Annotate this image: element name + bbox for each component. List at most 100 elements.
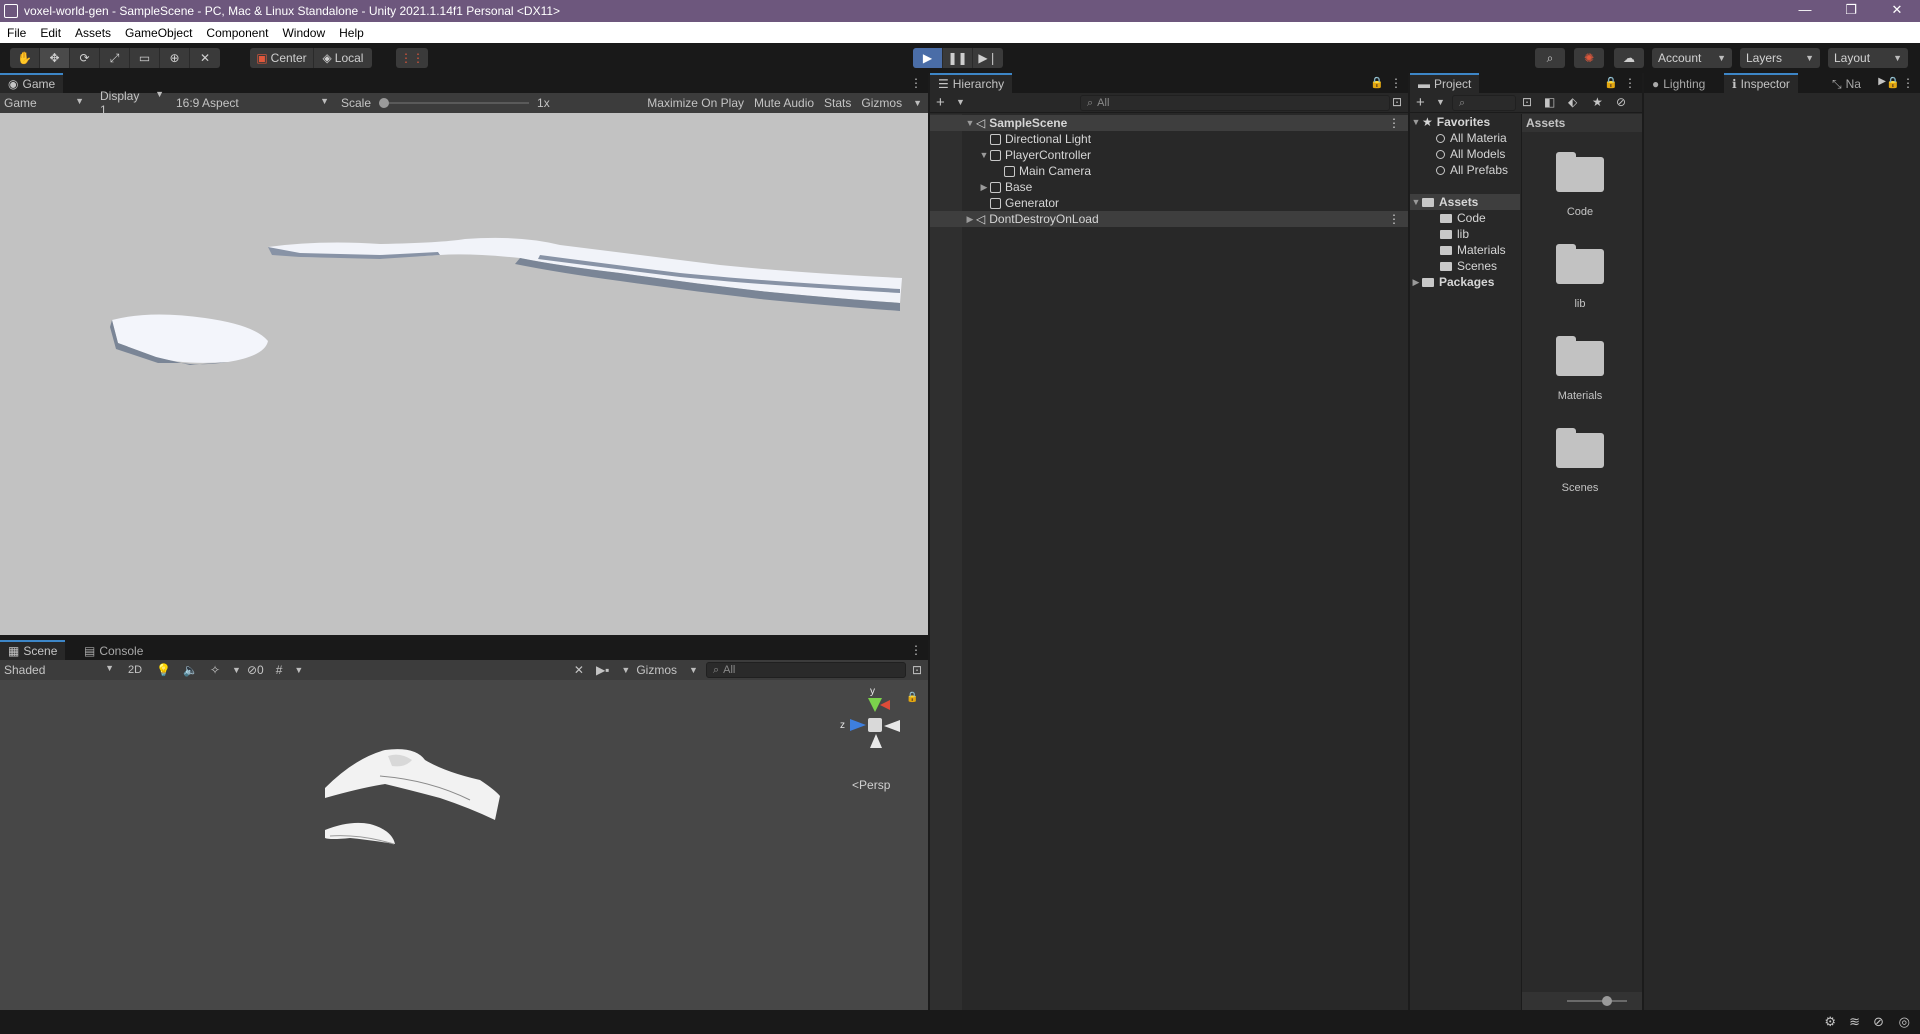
lock-icon[interactable]: 🔒 xyxy=(1370,76,1384,89)
gizmo-neg-y-icon[interactable] xyxy=(870,734,882,748)
chevron-down-icon[interactable]: ▼ xyxy=(913,98,922,108)
item-menu-icon[interactable]: ⋮ xyxy=(1388,116,1400,130)
gizmo-neg-x-icon[interactable] xyxy=(884,720,900,732)
lock-icon[interactable]: 🔒 xyxy=(906,692,918,703)
tree-folder-lib[interactable]: lib xyxy=(1410,226,1520,242)
tab-lighting[interactable]: ● Lighting xyxy=(1644,73,1714,93)
hierarchy-item-generator[interactable]: Generator xyxy=(930,195,1408,211)
menu-help[interactable]: Help xyxy=(332,26,371,40)
bug-report-icon[interactable]: ⚙ xyxy=(1824,1014,1836,1030)
more-tabs-arrow-icon[interactable]: ▶ xyxy=(1878,76,1886,87)
favorite-all-materials[interactable]: All Materia xyxy=(1410,130,1520,146)
grid-folder-code-icon[interactable] xyxy=(1556,152,1604,192)
gizmos-toggle[interactable]: Gizmos xyxy=(856,96,907,110)
step-button[interactable]: ▶❘ xyxy=(973,48,1003,68)
project-menu-icon[interactable]: ⋮ xyxy=(1624,76,1636,90)
chevron-down-icon[interactable]: ▼ xyxy=(956,97,965,107)
chevron-down-icon[interactable]: ▼ xyxy=(621,665,630,675)
favorites-folder[interactable]: ▼ ★ Favorites xyxy=(1410,114,1520,130)
move-tool-icon[interactable]: ✥ xyxy=(40,48,70,68)
grid-folder-lib-icon[interactable] xyxy=(1556,244,1604,284)
orientation-gizmo[interactable]: y z xyxy=(836,686,916,766)
play-button[interactable]: ▶ xyxy=(913,48,943,68)
tab-game[interactable]: ◉ Game xyxy=(0,73,64,93)
scale-slider[interactable] xyxy=(379,98,530,108)
scale-tool-icon[interactable]: ⤢ xyxy=(100,48,130,68)
2d-toggle[interactable]: 2D xyxy=(120,664,150,676)
camera-icon[interactable]: ▶▪ xyxy=(590,663,615,677)
tab-hierarchy[interactable]: ☰ Hierarchy xyxy=(930,73,1013,93)
gizmo-center-icon[interactable] xyxy=(868,718,882,732)
chevron-down-icon[interactable]: ▼ xyxy=(689,665,698,675)
pivot-center-button[interactable]: ▣ Center xyxy=(250,48,314,68)
layout-dropdown[interactable]: Layout ▼ xyxy=(1828,48,1908,68)
menu-assets[interactable]: Assets xyxy=(68,26,118,40)
rect-tool-icon[interactable]: ▭ xyxy=(130,48,160,68)
favorite-all-prefabs[interactable]: All Prefabs xyxy=(1410,162,1520,178)
add-object-button[interactable]: + xyxy=(936,94,945,111)
auto-generate-lighting-icon[interactable]: ⊘ xyxy=(1873,1014,1884,1030)
tab-inspector[interactable]: ℹ Inspector xyxy=(1724,73,1798,93)
maximize-button[interactable]: ❐ xyxy=(1828,0,1874,22)
tab-console[interactable]: ▤ Console xyxy=(76,640,152,660)
tree-folder-scenes[interactable]: Scenes xyxy=(1410,258,1520,274)
audio-toggle-icon[interactable]: 🔈 xyxy=(177,663,204,677)
tab-scene[interactable]: ▦ Scene xyxy=(0,640,66,660)
shading-dropdown[interactable]: Shaded ▼ xyxy=(0,663,120,677)
scene-viewport[interactable]: y z 🔒 <Persp xyxy=(0,680,928,1010)
pivot-local-button[interactable]: ◈ Local xyxy=(314,48,372,68)
tab-project[interactable]: ▬ Project xyxy=(1410,73,1480,93)
filter-label-icon[interactable]: ⬖ xyxy=(1568,95,1577,109)
lock-icon[interactable]: 🔒 xyxy=(1886,76,1900,89)
project-search-input[interactable]: ⌕ xyxy=(1452,95,1516,111)
hand-tool-icon[interactable]: ✋ xyxy=(10,48,40,68)
hierarchy-item-samplescene[interactable]: ▼ ◁ SampleScene ⋮ xyxy=(930,115,1408,131)
menu-file[interactable]: File xyxy=(0,26,33,40)
favorite-all-models[interactable]: All Models xyxy=(1410,146,1520,162)
layers-dropdown[interactable]: Layers ▼ xyxy=(1740,48,1820,68)
menu-gameobject[interactable]: GameObject xyxy=(118,26,199,40)
tree-folder-code[interactable]: Code xyxy=(1410,210,1520,226)
scene-search-input[interactable]: ⌕ All xyxy=(705,662,906,678)
grid-toggle-icon[interactable]: # xyxy=(270,663,289,677)
scene-tools-icon[interactable]: ✕ xyxy=(568,663,590,677)
game-panel-menu-icon[interactable]: ⋮ xyxy=(910,76,922,90)
assets-folder[interactable]: ▼ Assets xyxy=(1410,194,1520,210)
hierarchy-item-main-camera[interactable]: Main Camera xyxy=(930,163,1408,179)
effects-toggle-icon[interactable]: ✧ xyxy=(204,663,226,677)
lock-icon[interactable]: 🔒 xyxy=(1604,76,1618,89)
collapse-arrow-icon[interactable]: ▶ xyxy=(964,214,976,225)
chevron-down-icon[interactable]: ▼ xyxy=(232,665,241,675)
gizmo-x-axis-icon[interactable] xyxy=(880,700,890,710)
cache-server-icon[interactable]: ≋ xyxy=(1849,1014,1860,1030)
custom-tool-icon[interactable]: ✕ xyxy=(190,48,220,68)
hierarchy-item-base[interactable]: ▶ Base xyxy=(930,179,1408,195)
tree-folder-materials[interactable]: Materials xyxy=(1410,242,1520,258)
expand-arrow-icon[interactable]: ▼ xyxy=(978,150,990,160)
grid-folder-scenes-icon[interactable] xyxy=(1556,428,1604,468)
scene-panel-menu-icon[interactable]: ⋮ xyxy=(910,643,922,657)
close-button[interactable]: ✕ xyxy=(1874,0,1920,22)
search-options-icon[interactable]: ⊡ xyxy=(1392,95,1402,109)
transform-tool-icon[interactable]: ⊕ xyxy=(160,48,190,68)
scene-gizmos-toggle[interactable]: Gizmos xyxy=(630,663,683,677)
game-mode-dropdown[interactable]: Game ▼ xyxy=(0,96,90,110)
inspector-menu-icon[interactable]: ⋮ xyxy=(1902,76,1914,90)
expand-arrow-icon[interactable]: ▼ xyxy=(964,118,976,128)
search-icon[interactable]: ⌕ xyxy=(1535,48,1565,68)
search-options-icon[interactable]: ⊡ xyxy=(1522,95,1532,109)
grid-folder-materials-icon[interactable] xyxy=(1556,336,1604,376)
chevron-down-icon[interactable]: ▼ xyxy=(294,665,303,675)
hidden-objects-toggle[interactable]: ⊘0 xyxy=(241,663,270,677)
aspect-dropdown[interactable]: 16:9 Aspect ▼ xyxy=(170,96,335,110)
hierarchy-item-directional-light[interactable]: Directional Light xyxy=(930,131,1408,147)
game-viewport[interactable] xyxy=(0,113,928,635)
hidden-packages-icon[interactable]: ⊘ xyxy=(1616,95,1626,109)
filter-type-icon[interactable]: ◧ xyxy=(1544,95,1555,109)
mute-audio-toggle[interactable]: Mute Audio xyxy=(749,96,819,110)
hierarchy-search-input[interactable]: ⌕ All xyxy=(1080,95,1390,111)
expand-arrow-icon[interactable]: ▼ xyxy=(1410,117,1422,127)
pause-button[interactable]: ❚❚ xyxy=(943,48,973,68)
rotate-tool-icon[interactable]: ⟳ xyxy=(70,48,100,68)
gizmo-z-axis-icon[interactable] xyxy=(850,719,866,731)
